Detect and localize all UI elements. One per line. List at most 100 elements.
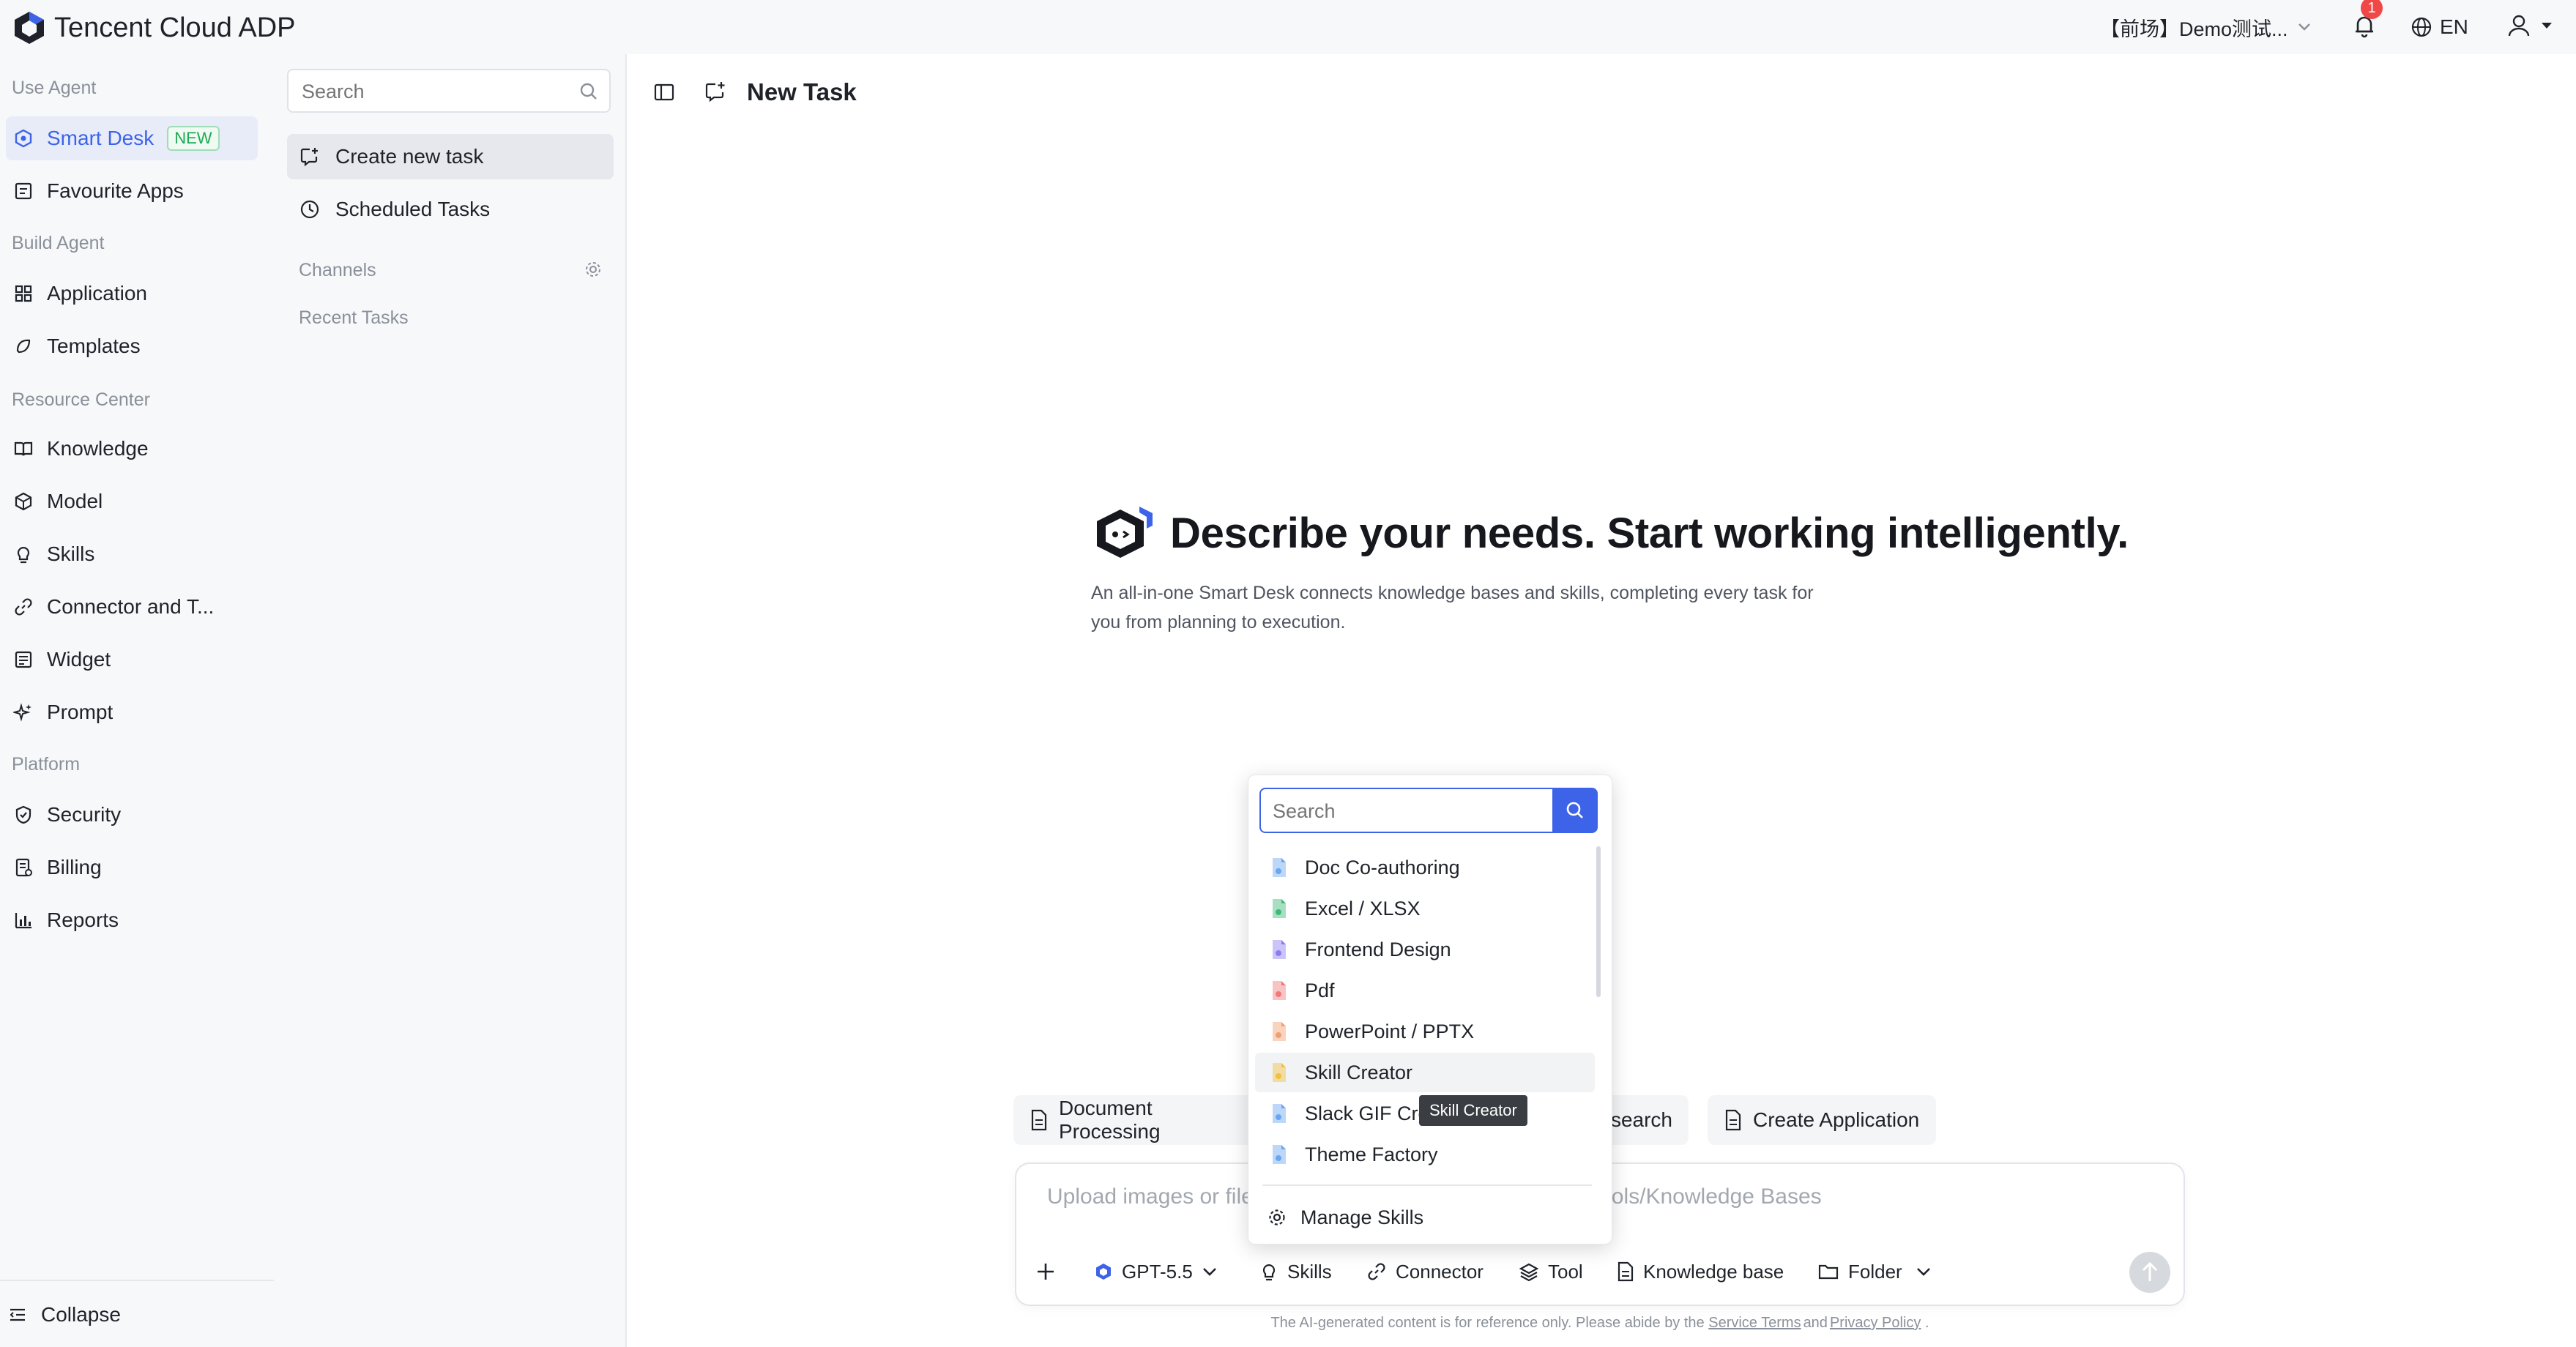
link-icon bbox=[13, 597, 34, 617]
nav-section-build-agent: Build Agent bbox=[12, 233, 105, 253]
toggle-sidebar-icon[interactable] bbox=[652, 80, 677, 105]
user-avatar-icon bbox=[2504, 11, 2534, 40]
collapse-nav-button[interactable]: Collapse bbox=[7, 1296, 121, 1334]
nav-item-label: Skills bbox=[47, 542, 95, 565]
tencent-cloud-logo-icon bbox=[13, 10, 45, 45]
shield-icon bbox=[13, 805, 34, 825]
folder-selector[interactable]: Folder bbox=[1817, 1252, 1932, 1291]
nav-item-smart-desk[interactable]: Smart Desk NEW bbox=[6, 116, 258, 160]
connector-button[interactable]: Connector bbox=[1366, 1252, 1484, 1291]
manage-skills-label: Manage Skills bbox=[1300, 1206, 1424, 1228]
nav-item-label: Templates bbox=[47, 335, 141, 357]
skill-item[interactable]: Doc Co-authoring bbox=[1255, 848, 1595, 887]
document-icon bbox=[1030, 1109, 1049, 1131]
nav-item-label: Reports bbox=[47, 908, 119, 931]
hero-title: Describe your needs. Start working intel… bbox=[1170, 509, 2129, 557]
ai-disclaimer: The AI-generated content is for referenc… bbox=[1015, 1315, 2185, 1332]
brand[interactable]: Tencent Cloud ADP bbox=[13, 7, 296, 48]
nav-item-label: Billing bbox=[47, 856, 102, 878]
language-switcher[interactable]: EN bbox=[2411, 9, 2468, 45]
chevron-down-icon bbox=[1916, 1266, 1932, 1277]
skill-file-icon bbox=[1270, 1020, 1289, 1042]
lightbulb-icon bbox=[13, 544, 34, 564]
skill-item[interactable]: Pdf bbox=[1255, 971, 1595, 1010]
nav-item-label: Application bbox=[47, 282, 147, 305]
tasks-search-input[interactable] bbox=[289, 70, 567, 113]
service-terms-link[interactable]: Service Terms bbox=[1708, 1315, 1801, 1331]
bar-chart-icon bbox=[13, 910, 34, 930]
channels-settings-gear-icon[interactable] bbox=[583, 259, 603, 280]
skills-search-box[interactable] bbox=[1259, 788, 1554, 833]
skills-list-scrollbar[interactable] bbox=[1596, 846, 1601, 997]
skill-tooltip: Skill Creator bbox=[1419, 1095, 1527, 1126]
nav-item-reports[interactable]: Reports bbox=[6, 898, 258, 942]
gear-icon bbox=[1267, 1207, 1287, 1228]
skill-item-label: Skill Creator bbox=[1305, 1061, 1413, 1083]
skill-file-icon bbox=[1270, 939, 1289, 960]
privacy-policy-link[interactable]: Privacy Policy bbox=[1830, 1315, 1921, 1331]
nav-item-favourite-apps[interactable]: Favourite Apps bbox=[6, 169, 258, 213]
scheduled-tasks-item[interactable]: Scheduled Tasks bbox=[287, 187, 614, 232]
page-title: New Task bbox=[747, 78, 857, 105]
cube-icon bbox=[13, 491, 34, 512]
manage-skills-button[interactable]: Manage Skills bbox=[1255, 1198, 1423, 1237]
new-task-icon bbox=[299, 146, 321, 168]
new-task-icon[interactable] bbox=[703, 80, 728, 105]
nav-item-label: Widget bbox=[47, 648, 111, 671]
chip-document-processing[interactable]: Document Processing bbox=[1013, 1095, 1262, 1145]
nav-item-billing[interactable]: Billing bbox=[6, 846, 258, 889]
skills-button[interactable]: Skills bbox=[1259, 1252, 1332, 1291]
chip-create-application[interactable]: Create Application bbox=[1708, 1095, 1936, 1145]
tasks-search-box[interactable] bbox=[287, 69, 611, 113]
smart-desk-robot-icon bbox=[1091, 505, 1157, 561]
skills-search-input[interactable] bbox=[1261, 789, 1552, 833]
chip-label: Create Application bbox=[1753, 1108, 1920, 1131]
book-icon bbox=[13, 439, 34, 459]
skill-file-icon bbox=[1270, 1061, 1289, 1083]
add-attachment-button[interactable] bbox=[1034, 1252, 1057, 1291]
search-icon bbox=[1565, 800, 1585, 821]
skill-item[interactable]: Theme Factory bbox=[1255, 1135, 1595, 1174]
tool-button[interactable]: Tool bbox=[1519, 1252, 1583, 1291]
model-selector[interactable]: GPT-5.5 bbox=[1094, 1252, 1218, 1291]
nav-item-skills[interactable]: Skills bbox=[6, 532, 258, 576]
disclaimer-suffix: . bbox=[1924, 1315, 1929, 1331]
skill-file-icon bbox=[1270, 980, 1289, 1001]
skills-search-button[interactable] bbox=[1552, 788, 1598, 833]
nav-item-label: Model bbox=[47, 490, 103, 512]
tool-label: Tool bbox=[1548, 1260, 1583, 1283]
lightbulb-icon bbox=[1259, 1261, 1278, 1282]
chevron-down-icon bbox=[2297, 22, 2312, 32]
nav-item-connector-and-tools[interactable]: Connector and T... bbox=[6, 585, 258, 629]
search-icon[interactable] bbox=[578, 81, 599, 102]
user-menu[interactable] bbox=[2504, 7, 2553, 44]
skill-item-label: Frontend Design bbox=[1305, 938, 1451, 960]
skill-item-label: Theme Factory bbox=[1305, 1143, 1438, 1165]
nav-item-label: Smart Desk bbox=[47, 127, 155, 149]
new-badge: NEW bbox=[167, 126, 220, 151]
workspace-selector[interactable]: 【前场】Demo测试... bbox=[2100, 9, 2312, 45]
hero-heading: Describe your needs. Start working intel… bbox=[1091, 505, 2129, 561]
skills-label: Skills bbox=[1287, 1260, 1332, 1283]
layers-icon bbox=[1519, 1261, 1539, 1282]
skill-file-icon bbox=[1270, 1102, 1289, 1124]
nav-item-templates[interactable]: Templates bbox=[6, 324, 258, 368]
create-new-task-button[interactable]: Create new task bbox=[287, 134, 614, 179]
nav-item-security[interactable]: Security bbox=[6, 793, 258, 837]
nav-item-prompt[interactable]: Prompt bbox=[6, 690, 258, 734]
nav-item-application[interactable]: Application bbox=[6, 272, 258, 316]
nav-item-knowledge[interactable]: Knowledge bbox=[6, 427, 258, 471]
send-button[interactable] bbox=[2129, 1252, 2170, 1293]
skill-item[interactable]: Excel / XLSX bbox=[1255, 889, 1595, 928]
nav-item-model[interactable]: Model bbox=[6, 480, 258, 523]
skill-item[interactable]: PowerPoint / PPTX bbox=[1255, 1012, 1595, 1051]
skill-item[interactable]: Skill Creator bbox=[1255, 1053, 1595, 1092]
skill-item[interactable]: Frontend Design bbox=[1255, 930, 1595, 969]
dropdown-divider bbox=[1262, 1184, 1592, 1186]
billing-icon bbox=[13, 857, 34, 878]
folder-icon bbox=[1817, 1262, 1839, 1281]
templates-icon bbox=[13, 336, 34, 357]
folder-label: Folder bbox=[1848, 1260, 1902, 1283]
knowledge-base-button[interactable]: Knowledge base bbox=[1617, 1252, 1784, 1291]
nav-item-widget[interactable]: Widget bbox=[6, 638, 258, 682]
